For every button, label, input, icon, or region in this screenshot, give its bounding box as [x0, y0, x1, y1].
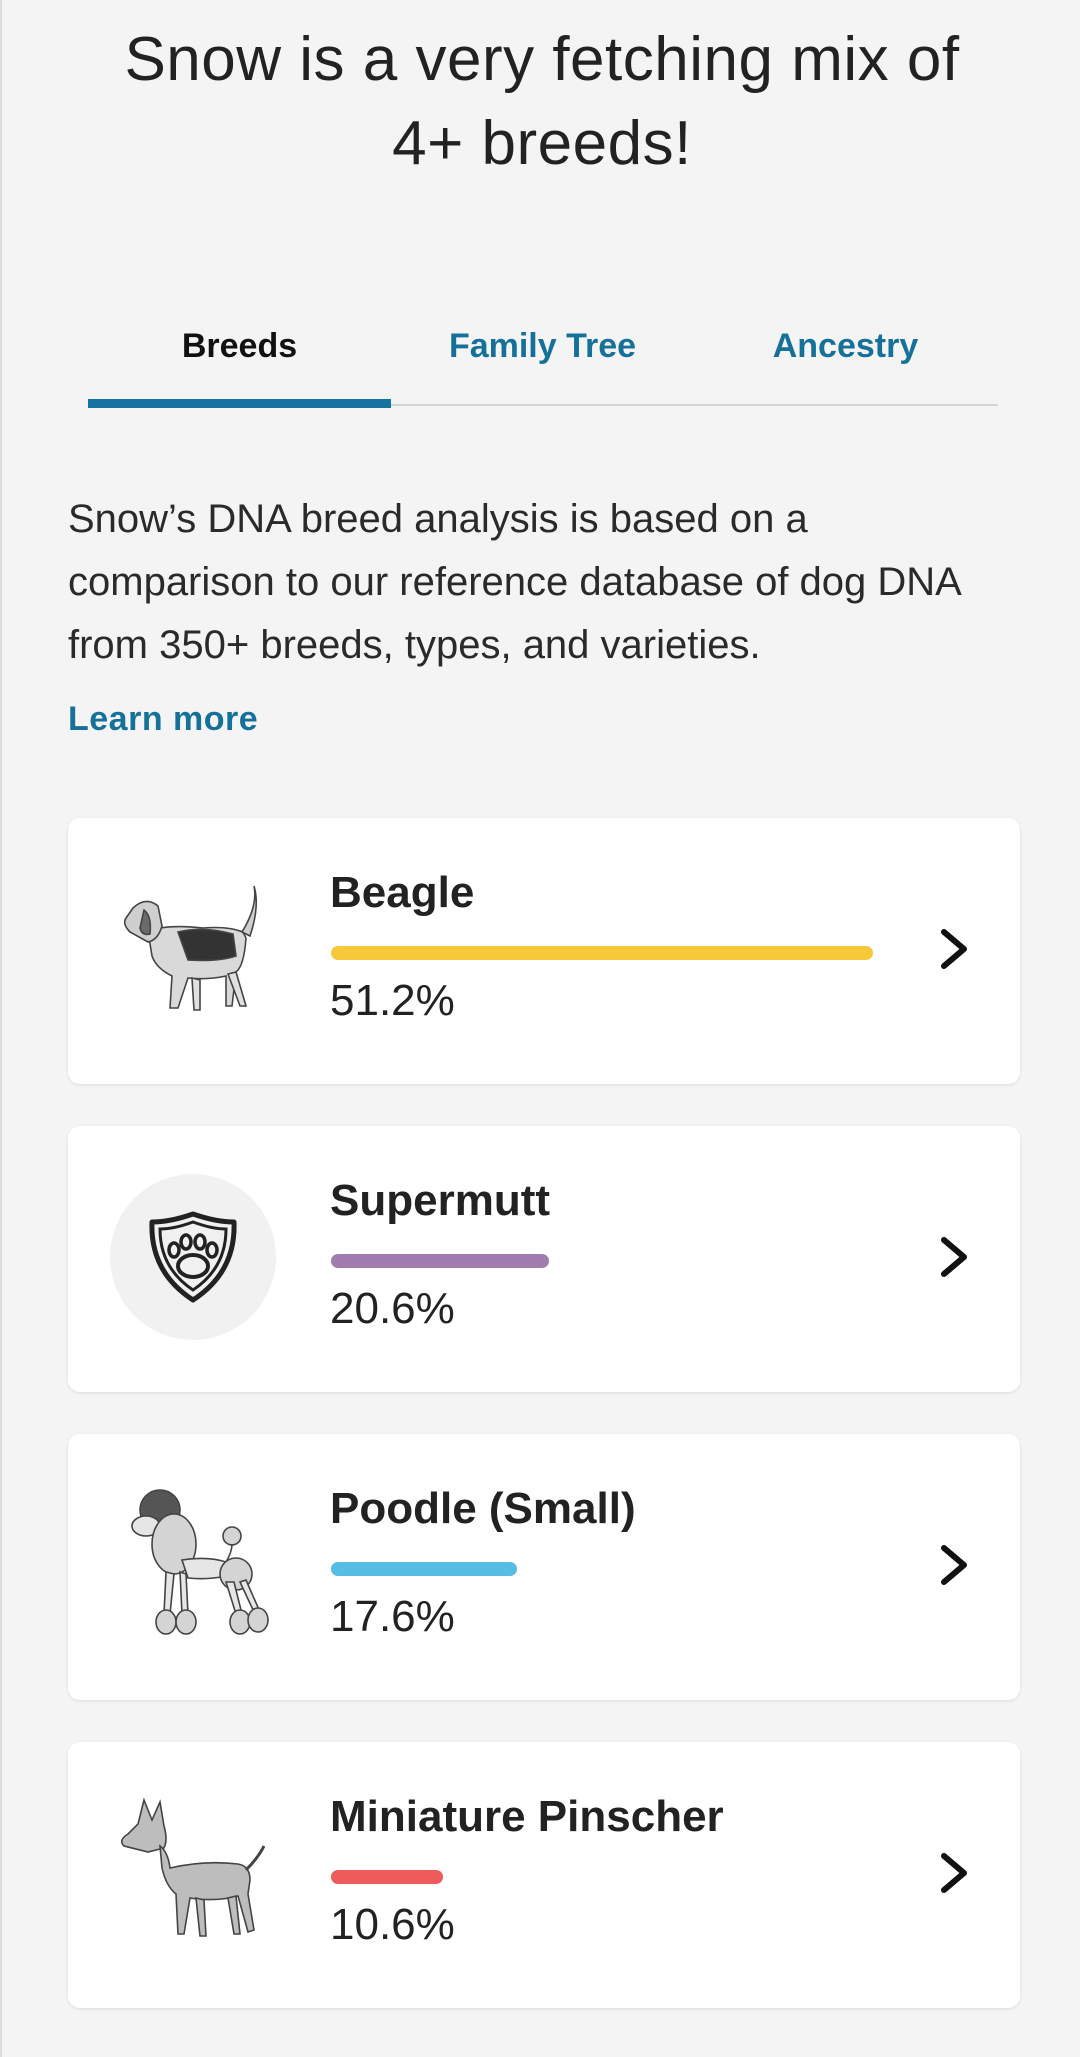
- tab-family-tree[interactable]: Family Tree: [391, 310, 694, 406]
- breed-analysis-description: Snow’s DNA breed analysis is based on a …: [68, 497, 960, 667]
- tab-ancestry[interactable]: Ancestry: [694, 310, 997, 406]
- learn-more-link[interactable]: Learn more: [68, 700, 258, 739]
- poodle-illustration-icon: [108, 1482, 278, 1652]
- page: Snow is a very fetching mix of 4+ breeds…: [0, 0, 1080, 2057]
- breed-card-beagle[interactable]: Beagle 51.2%: [68, 818, 1020, 1084]
- beagle-illustration-icon: [108, 866, 278, 1036]
- breed-percentage: 17.6%: [330, 1592, 455, 1641]
- breed-percentage: 10.6%: [330, 1900, 455, 1949]
- breed-name: Miniature Pinscher: [330, 1792, 724, 1841]
- breed-list: Beagle 51.2% Supermutt 20.6% Poodle (Sma…: [68, 818, 1020, 2050]
- chevron-right-icon: [941, 1545, 967, 1585]
- miniature-pinscher-illustration-icon: [108, 1790, 278, 1960]
- breed-percentage-bar: [331, 946, 873, 960]
- page-headline: Snow is a very fetching mix of 4+ breeds…: [124, 25, 960, 178]
- breed-percentage-bar: [331, 1870, 443, 1884]
- breed-name: Supermutt: [330, 1176, 550, 1225]
- paw-shield-icon: [110, 1174, 276, 1340]
- chevron-right-icon: [941, 929, 967, 969]
- chevron-right-icon: [941, 1853, 967, 1893]
- breed-name: Beagle: [330, 868, 475, 917]
- breed-percentage-bar: [331, 1562, 517, 1576]
- breed-percentage: 20.6%: [330, 1284, 455, 1333]
- breed-card-miniature-pinscher[interactable]: Miniature Pinscher 10.6%: [68, 1742, 1020, 2008]
- tab-bar: Breeds Family Tree Ancestry: [88, 310, 998, 408]
- breed-name: Poodle (Small): [330, 1484, 636, 1533]
- chevron-right-icon: [941, 1237, 967, 1277]
- breed-card-poodle-small[interactable]: Poodle (Small) 17.6%: [68, 1434, 1020, 1700]
- breed-percentage: 51.2%: [330, 976, 455, 1025]
- breed-percentage-bar: [331, 1254, 549, 1268]
- breed-card-supermutt[interactable]: Supermutt 20.6%: [68, 1126, 1020, 1392]
- tab-breeds[interactable]: Breeds: [88, 310, 391, 408]
